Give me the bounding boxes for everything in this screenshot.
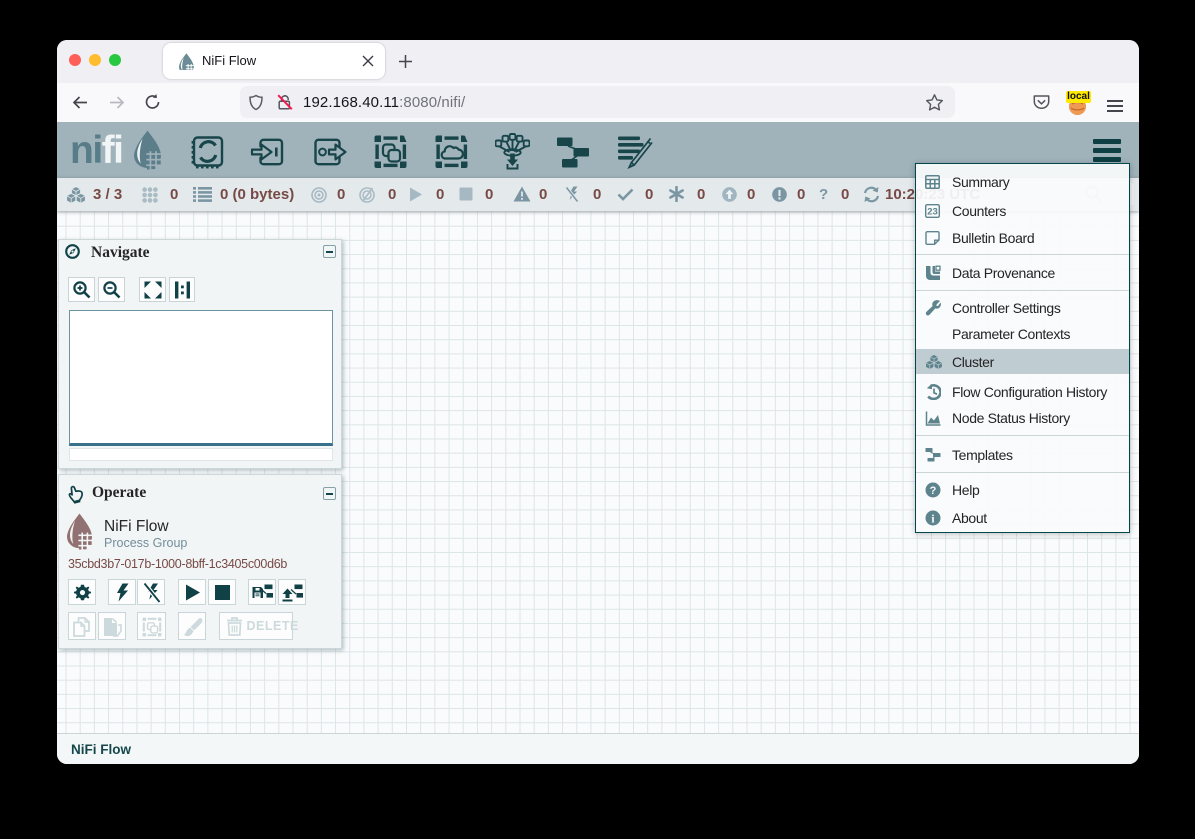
svg-text:?: ?: [930, 485, 937, 497]
svg-text:23: 23: [927, 206, 938, 217]
